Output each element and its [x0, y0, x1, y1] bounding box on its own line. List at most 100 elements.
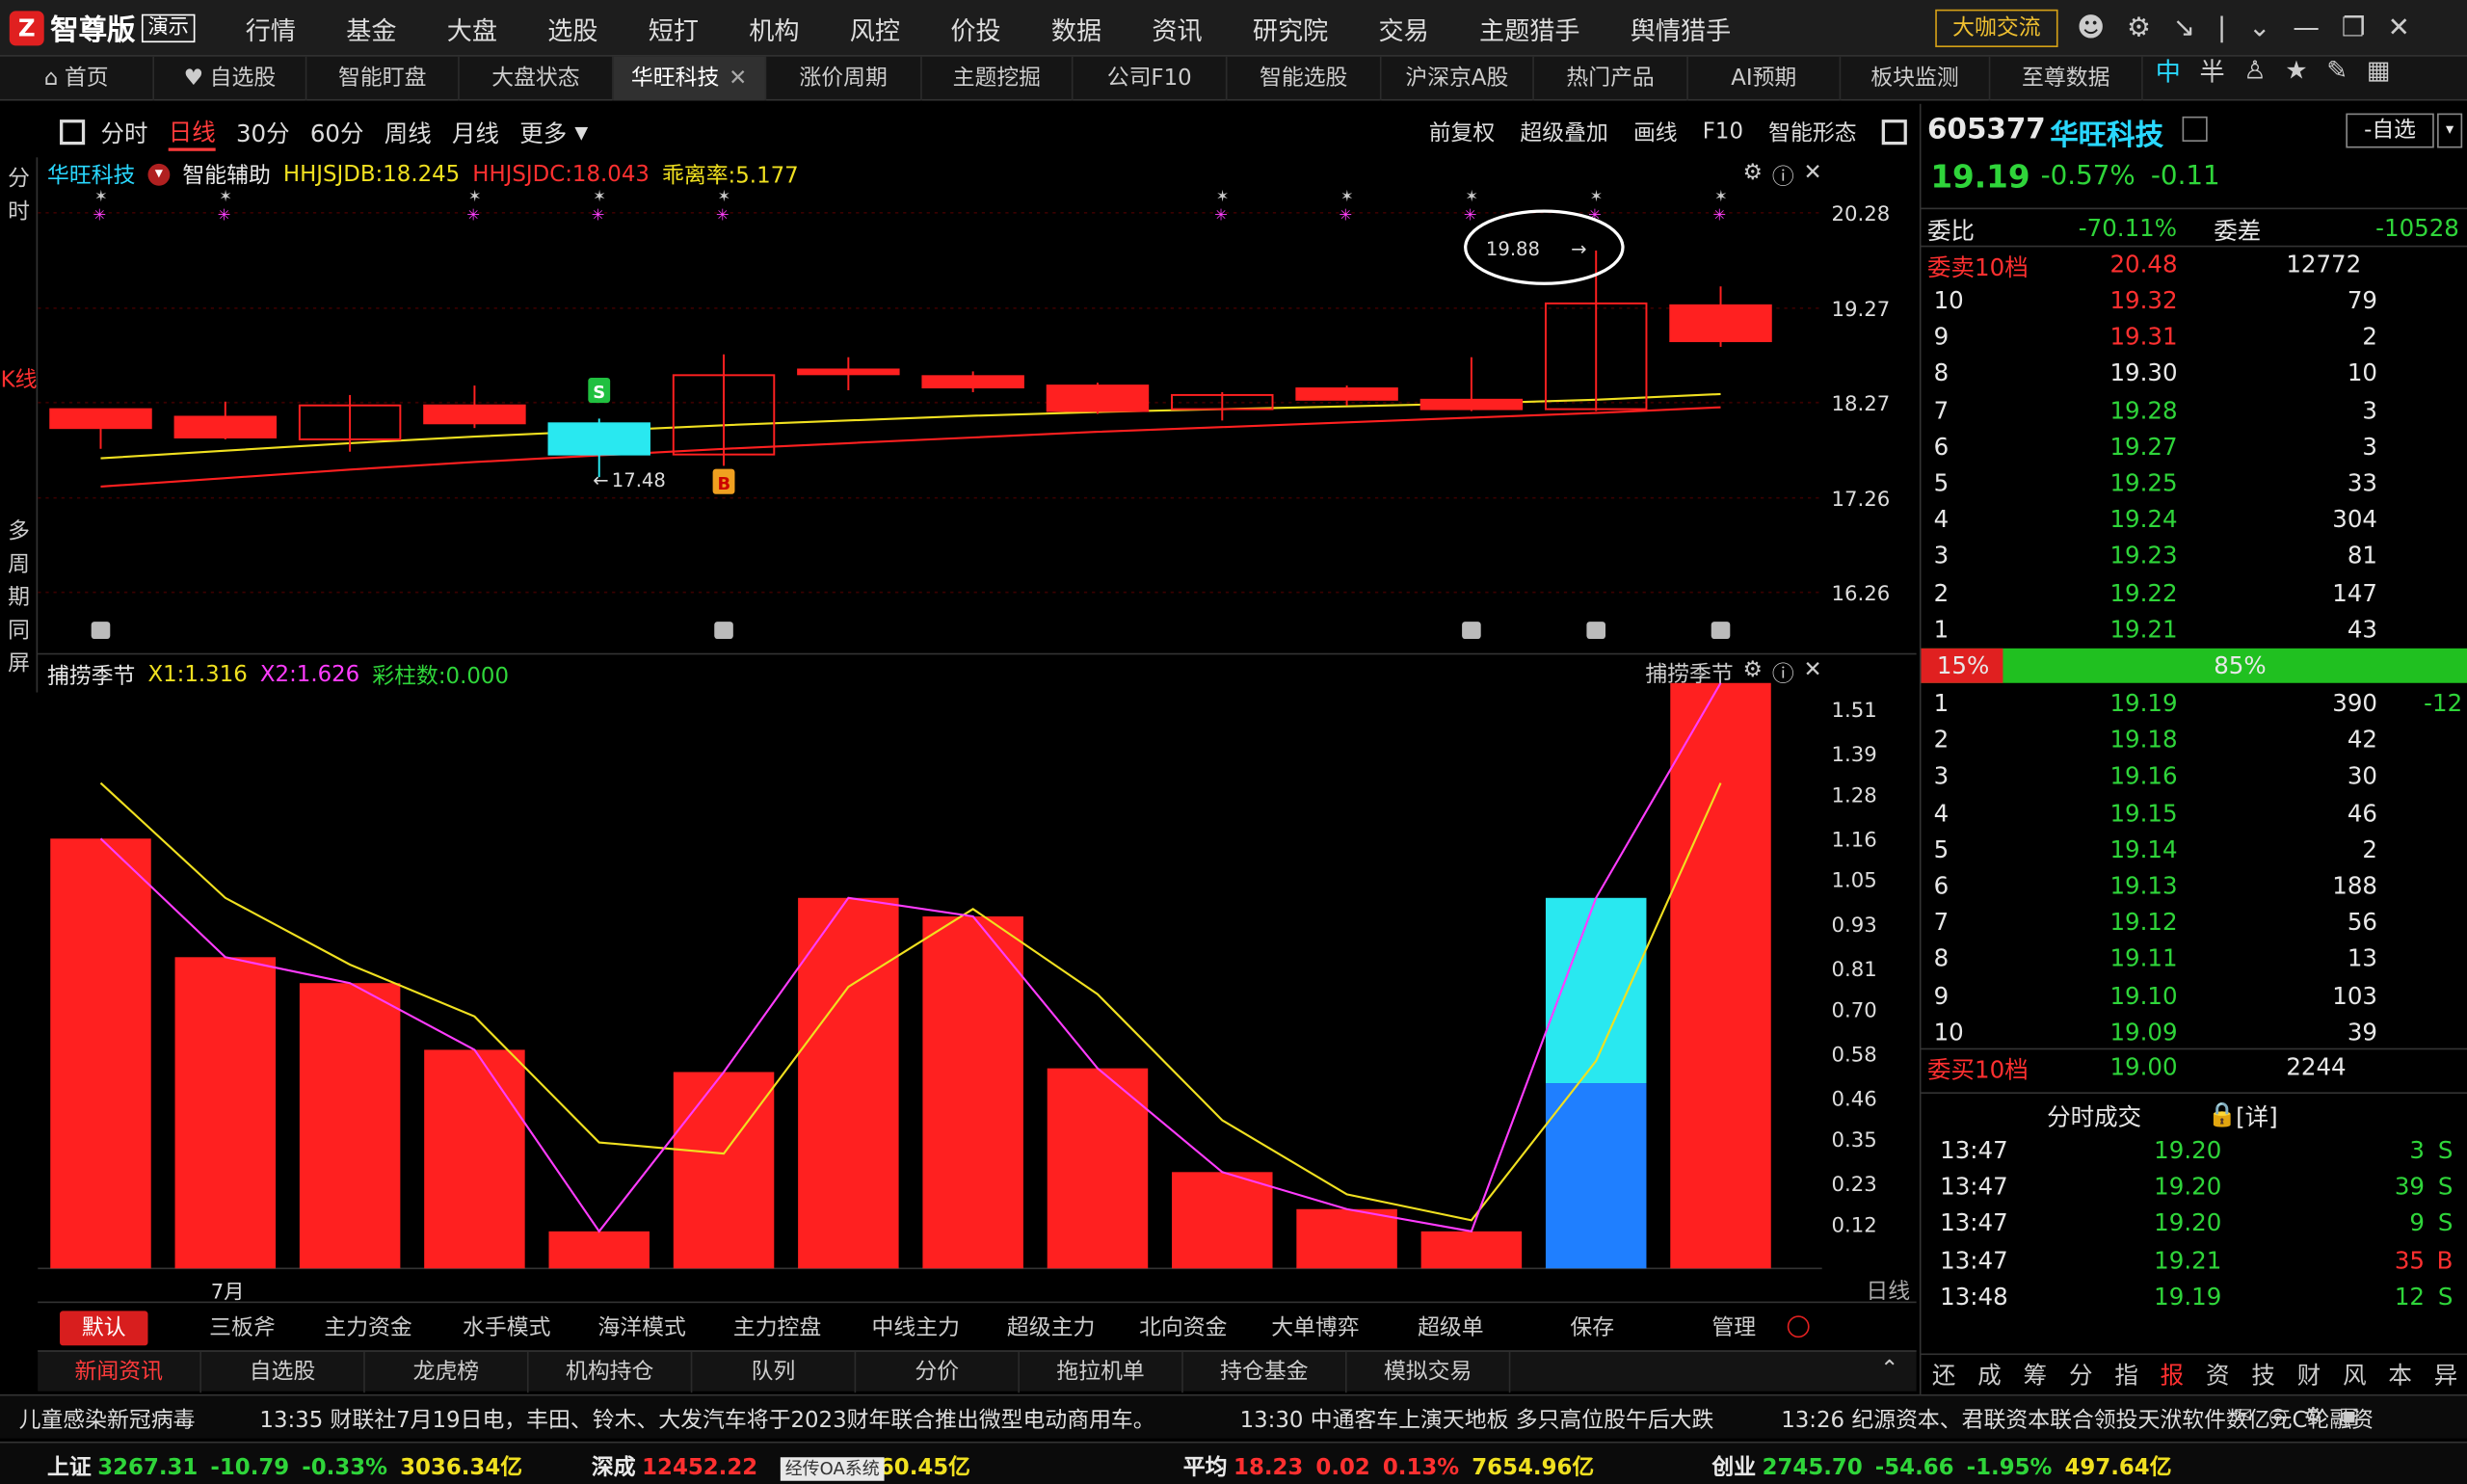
quote-tab[interactable]: 分 — [2069, 1358, 2093, 1391]
event-marker-icon[interactable] — [91, 622, 111, 640]
tab-item[interactable]: 沪深京A股 — [1382, 56, 1534, 101]
restore-icon[interactable]: ❐ — [2342, 13, 2366, 44]
quote-tab[interactable]: 技 — [2251, 1358, 2275, 1391]
indicator-button[interactable]: 管理 — [1671, 1311, 1797, 1345]
shirt-icon[interactable]: ♙ — [2243, 54, 2266, 84]
ask-row[interactable]: 8 19.30 10 — [1922, 357, 2467, 393]
indicator-bar[interactable] — [424, 1049, 525, 1269]
copy-icon[interactable] — [2182, 116, 2208, 142]
bottom-tab[interactable]: 自选股 — [201, 1351, 365, 1393]
chart-tool[interactable]: 前复权 — [1429, 117, 1496, 148]
vtab-fenshi[interactable]: 分时 — [0, 164, 38, 230]
app-logo[interactable]: Z 智尊版 演示 — [9, 8, 196, 48]
period-button[interactable]: 月线 — [452, 116, 499, 148]
settings-icon[interactable]: ⚙ — [1743, 161, 1764, 193]
lock-icon[interactable]: 🔒 — [2208, 1100, 2238, 1128]
candle-body[interactable] — [423, 404, 526, 425]
bid-row[interactable]: 1 19.19 390 -12 — [1922, 686, 2467, 723]
bottom-tab[interactable]: 拖拉机单 — [1020, 1351, 1183, 1393]
chart-tool[interactable]: 超级叠加 — [1520, 117, 1607, 148]
candle-body[interactable] — [49, 408, 152, 430]
news-item[interactable]: 13:35 财联社7月19日电，丰田、铃木、大发汽车将于2023财年联合推出微型… — [259, 1404, 1154, 1436]
star-icon[interactable]: ★ — [2285, 54, 2307, 84]
candle-body[interactable] — [1419, 398, 1524, 411]
oa-label[interactable]: 经传OA系统 — [780, 1457, 885, 1481]
bid-row[interactable]: 7 19.12 56 — [1922, 905, 2467, 941]
event-marker-icon[interactable] — [1462, 622, 1481, 640]
close-icon[interactable]: ✕ — [1804, 658, 1822, 690]
period-button[interactable]: 周线 — [385, 116, 432, 148]
tab-item[interactable]: 智能选股 — [1228, 56, 1382, 101]
indicator-button[interactable]: 中线主力 — [853, 1311, 979, 1345]
indicator-button[interactable]: 默认 — [60, 1311, 148, 1346]
menu-item[interactable]: 选股 — [547, 10, 597, 47]
news-item[interactable]: 13:30 中通客车上演天地板 多只高位股午后大跌 — [1240, 1404, 1714, 1436]
close-icon[interactable]: ✕ — [729, 66, 747, 92]
tab-item[interactable]: 华旺科技 ✕ — [613, 56, 767, 101]
trade-row[interactable]: 13:47 19.21 35 B — [1922, 1242, 2467, 1279]
quote-tab[interactable]: 本 — [2388, 1358, 2412, 1391]
indicator-button[interactable]: 北向资金 — [1120, 1311, 1246, 1345]
period-button[interactable]: 分时 — [100, 116, 147, 148]
tab-item[interactable]: 至尊数据 — [1990, 56, 2143, 101]
ask-row[interactable]: 2 19.22 147 — [1922, 575, 2467, 612]
bottom-tab[interactable]: 模拟交易 — [1347, 1351, 1511, 1393]
menu-item[interactable]: 机构 — [749, 10, 799, 47]
user-icon[interactable]: ☻ — [2077, 13, 2105, 44]
trades-detail[interactable]: [详] — [2236, 1100, 2278, 1133]
ask-row[interactable]: 6 19.27 3 — [1922, 430, 2467, 466]
tab-item[interactable]: 热门产品 — [1534, 56, 1688, 101]
bid-row[interactable]: 2 19.18 42 — [1922, 723, 2467, 759]
news-tools[interactable]: ✉◎⚙▣ — [2234, 1404, 2375, 1429]
candle-body[interactable] — [1669, 304, 1772, 343]
event-marker-icon[interactable] — [714, 622, 733, 640]
indicator-pane[interactable]: 1.51 1.39 1.28 1.16 1.05 0.93 0.81 0.70 0.58 0.46… — [38, 654, 1917, 1305]
indicator-bar[interactable] — [548, 1231, 650, 1269]
indicator-button[interactable]: 超级主力 — [988, 1311, 1114, 1345]
menu-item[interactable]: 短打 — [649, 10, 699, 47]
help-icon[interactable]: ⓘ — [1772, 161, 1794, 193]
panel-toggle-icon[interactable] — [1881, 119, 1907, 146]
tab-item[interactable]: ⌂ 首页 — [0, 56, 155, 101]
indicator-bar[interactable] — [50, 838, 151, 1269]
quote-tab[interactable]: 筹 — [2024, 1358, 2048, 1391]
menu-item[interactable]: 舆情猎手 — [1631, 10, 1732, 47]
indicator-button[interactable]: 主力资金 — [305, 1311, 432, 1345]
indicator-button[interactable]: 大单博弈 — [1253, 1311, 1379, 1345]
settings-icon[interactable]: ⚙ — [2127, 13, 2151, 44]
bottom-tab[interactable]: 持仓基金 — [1183, 1351, 1347, 1393]
talk-button[interactable]: 大咖交流 — [1935, 9, 2058, 47]
indicator-bar[interactable] — [1296, 1208, 1397, 1269]
kline-pane[interactable]: 20.28 19.27 18.27 17.26 16.26 ✳ ✶ ✳ ✶ ✳ ✶ ✳ ✶ ✳ ✶ ✳ ✶ ✳ ✶ ✳… — [38, 154, 1917, 655]
quote-tab[interactable]: 资 — [2206, 1358, 2230, 1391]
menu-item[interactable]: 价投 — [950, 10, 1000, 47]
candle-body[interactable] — [173, 415, 278, 438]
indicator-button[interactable]: 海洋模式 — [579, 1311, 705, 1345]
chevron-down-icon[interactable]: ▾ — [2437, 113, 2463, 148]
close-icon[interactable]: ✕ — [1804, 161, 1822, 193]
menu-item[interactable]: 研究院 — [1253, 10, 1328, 47]
quote-tab[interactable]: 成 — [1977, 1358, 2002, 1391]
bottom-tab[interactable]: 新闻资讯 — [38, 1351, 201, 1393]
ask-row[interactable]: 9 19.31 2 — [1922, 320, 2467, 357]
candle-body[interactable] — [921, 375, 1024, 389]
bid-row[interactable]: 5 19.14 2 — [1922, 833, 2467, 869]
quote-tab[interactable]: 报 — [2161, 1358, 2185, 1391]
layout-toggle-icon[interactable] — [60, 119, 86, 146]
indicator-bar[interactable] — [1172, 1172, 1273, 1269]
pen-icon[interactable]: ✎ — [2326, 54, 2348, 84]
trade-row[interactable]: 13:48 19.19 12 S — [1922, 1279, 2467, 1315]
indicator-bar[interactable] — [299, 983, 401, 1269]
bottom-tab[interactable]: 分价 — [856, 1351, 1020, 1393]
period-button[interactable]: 30分 — [236, 116, 290, 148]
bottom-tab[interactable]: 队列 — [692, 1351, 857, 1393]
menu-item[interactable]: 风控 — [850, 10, 900, 47]
vtab-multi-period[interactable]: 多周期同屏 — [0, 517, 38, 681]
tab-item[interactable]: 涨价周期 — [766, 56, 922, 101]
period-button[interactable]: 60分 — [310, 116, 364, 148]
event-marker-icon[interactable] — [1711, 622, 1731, 640]
ask-row[interactable]: 7 19.28 3 — [1922, 393, 2467, 430]
quote-tab[interactable]: 指 — [2114, 1358, 2138, 1391]
indicator-button[interactable]: 三板斧 — [179, 1311, 305, 1345]
menu-item[interactable]: 数据 — [1051, 10, 1101, 47]
